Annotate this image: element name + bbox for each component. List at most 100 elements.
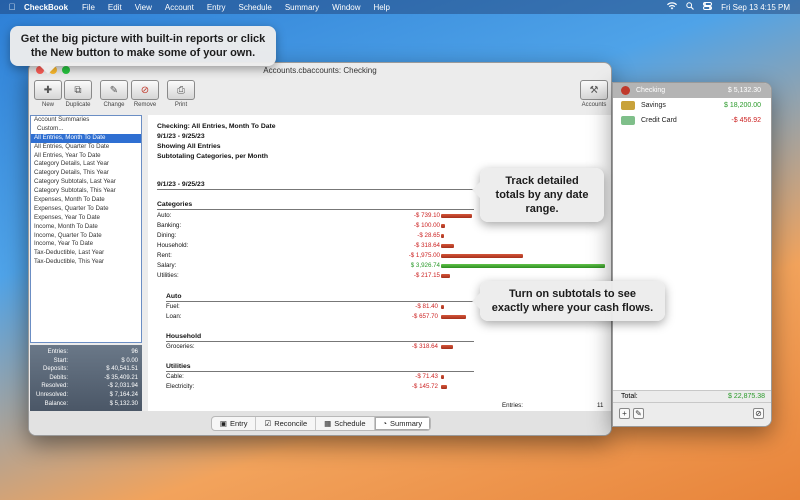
remove-icon: ⊘ [131, 80, 159, 100]
stat-row: Balance: $ 5,132.30 [30, 400, 142, 409]
account-balance: $ 18,200.00 [724, 102, 761, 109]
tools-icon: ⚒ [580, 80, 608, 100]
tab-label: Reconcile [274, 418, 308, 428]
apple-icon[interactable]:  [0, 2, 24, 12]
subtotal-bar [441, 345, 454, 349]
remove-button[interactable]: ⊘ Remove [130, 80, 160, 108]
subtotal-amount: -$ 145.72 [411, 383, 438, 390]
subtotal-name: Cable: [166, 373, 184, 380]
stat-row: Entries: 96 [30, 348, 142, 357]
report-subtotaling: Subtotaling Categories, per Month [157, 153, 269, 160]
calendar-icon: ▦ [324, 418, 332, 428]
change-button[interactable]: ✎ Change [99, 80, 129, 108]
account-balance: -$ 456.92 [731, 117, 761, 124]
accounts-button[interactable]: ⚒ Accounts [579, 80, 609, 108]
accounts-footer: + ✎ ⊘ [613, 402, 771, 426]
sidebar-item-all-entries-month[interactable]: All Entries, Month To Date [31, 133, 141, 143]
new-button[interactable]: ✚ New [33, 80, 63, 108]
account-row-savings[interactable]: Savings $ 18,200.00 [613, 98, 771, 113]
subtotal-bar [441, 375, 444, 379]
sidebar-item-tax-this[interactable]: Tax-Deductible, This Year [31, 258, 141, 267]
category-amount: -$ 318.64 [413, 242, 440, 249]
stat-label: Balance: [44, 400, 68, 407]
report-period: 9/1/23 - 9/25/23 [157, 181, 205, 188]
stat-row: Resolved: -$ 2,031.94 [30, 382, 142, 391]
search-icon[interactable] [686, 2, 695, 12]
categories-heading: Categories [157, 201, 193, 208]
tab-schedule[interactable]: ▦ Schedule [316, 416, 375, 430]
menu-window[interactable]: Window [332, 3, 360, 12]
category-name: Household: [157, 242, 189, 249]
stat-value: -$ 2,031.94 [107, 383, 138, 390]
account-row-checking[interactable]: Checking $ 5,132.30 [613, 83, 771, 98]
edit-account-button[interactable]: ✎ [633, 408, 644, 419]
stat-label: Entries: [47, 349, 68, 355]
sidebar-item-all-entries-quarter[interactable]: All Entries, Quarter To Date [31, 143, 141, 152]
sidebar-item-category-subtotals-last[interactable]: Category Subtotals, Last Year [31, 178, 141, 187]
sidebar-item-expenses-quarter[interactable]: Expenses, Quarter To Date [31, 205, 141, 214]
menu-account[interactable]: Account [165, 3, 194, 12]
category-amount: -$ 28.65 [417, 232, 440, 239]
sidebar-item-expenses-month[interactable]: Expenses, Month To Date [31, 196, 141, 205]
pie-chart-icon: ◔ [382, 418, 388, 428]
sidebar-item-income-year[interactable]: Income, Year To Date [31, 240, 141, 249]
accounts-total: Total: $ 22,875.38 [613, 390, 771, 402]
sidebar-item-expenses-year[interactable]: Expenses, Year To Date [31, 214, 141, 223]
pencil-icon: ✎ [635, 409, 642, 418]
tab-entry[interactable]: ▣ Entry [212, 416, 257, 430]
tab-label: Summary [390, 418, 423, 428]
report-showing: Showing All Entries [157, 143, 221, 150]
sidebar-item-category-details-last[interactable]: Category Details, Last Year [31, 160, 141, 169]
tip-subtotals: Turn on subtotals to see exactly where y… [472, 281, 665, 321]
duplicate-button[interactable]: ⧉ Duplicate [63, 80, 93, 108]
menu-view[interactable]: View [135, 3, 152, 12]
wifi-icon[interactable] [667, 2, 678, 12]
clock[interactable]: Fri Sep 13 4:15 PM [721, 3, 790, 12]
control-center-icon[interactable] [703, 2, 713, 12]
print-label: Print [174, 102, 188, 108]
category-amount: $ 3,926.74 [410, 262, 440, 269]
subtotal-amount: -$ 318.64 [411, 343, 438, 350]
category-bar [441, 254, 524, 258]
menu-file[interactable]: File [82, 3, 95, 12]
sidebar-item-category-subtotals-this[interactable]: Category Subtotals, This Year [31, 187, 141, 196]
menu-summary[interactable]: Summary [285, 3, 319, 12]
sidebar-item-income-quarter[interactable]: Income, Quarter To Date [31, 232, 141, 241]
sidebar-item-all-entries-year[interactable]: All Entries, Year To Date [31, 152, 141, 161]
subtotal-name: Fuel: [166, 303, 180, 310]
change-label: Change [103, 102, 125, 108]
print-button[interactable]: ⎙ Print [166, 80, 196, 108]
main-window: Accounts.cbaccounts: Checking ✚ New ⧉ Du… [28, 62, 612, 436]
category-bar [441, 264, 605, 268]
app-menu[interactable]: CheckBook [24, 3, 68, 12]
tab-summary[interactable]: ◔ Summary [374, 416, 431, 430]
report-list[interactable]: Account Summaries Custom... All Entries,… [30, 115, 142, 343]
accounts-label: Accounts [581, 102, 607, 108]
zoom-button[interactable] [62, 66, 70, 74]
sidebar-item-category-details-this[interactable]: Category Details, This Year [31, 169, 141, 178]
add-account-button[interactable]: + [619, 408, 630, 419]
credit-card-icon [621, 116, 635, 125]
menu-schedule[interactable]: Schedule [238, 3, 271, 12]
sidebar-item-account-summaries[interactable]: Account Summaries [31, 116, 141, 125]
stat-value: -$ 35,409.21 [104, 374, 138, 381]
sidebar-item-custom[interactable]: Custom... [31, 125, 141, 134]
menu-help[interactable]: Help [374, 3, 390, 12]
tab-reconcile[interactable]: ☑ Reconcile [256, 416, 317, 430]
menu-edit[interactable]: Edit [108, 3, 122, 12]
stats-panel: Entries: 96 Start: $ 0.00 Deposits: $ 40,54… [30, 345, 142, 412]
stat-label: Debits: [49, 374, 68, 381]
sidebar-item-income-month[interactable]: Income, Month To Date [31, 223, 141, 232]
subtotal-bar [441, 315, 466, 319]
menu-entry[interactable]: Entry [207, 3, 226, 12]
subtotal-amount: -$ 81.40 [415, 303, 438, 310]
report-view[interactable]: Checking: All Entries, Month To Date 9/1… [148, 115, 611, 412]
account-balance: $ 5,132.30 [727, 87, 761, 94]
sidebar-item-tax-last[interactable]: Tax-Deductible, Last Year [31, 249, 141, 258]
divider [166, 301, 474, 302]
category-bar [441, 224, 446, 228]
subgroup-title: Auto [166, 293, 182, 300]
remove-account-button[interactable]: ⊘ [753, 408, 764, 419]
tip-reports: Get the big picture with built-in report… [10, 26, 276, 74]
account-row-credit-card[interactable]: Credit Card -$ 456.92 [613, 113, 771, 128]
